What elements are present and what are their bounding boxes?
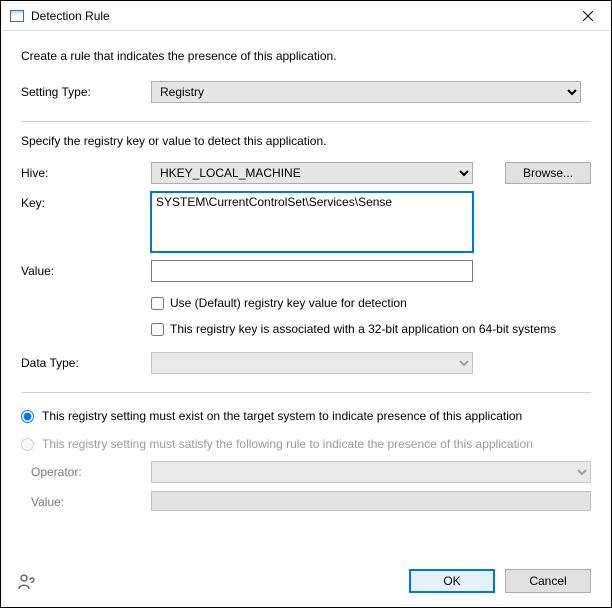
operator-select [151,461,591,483]
assoc-32bit-checkbox[interactable] [151,323,164,336]
datatype-select [151,352,473,374]
footer: OK Cancel [1,555,611,607]
hive-row: Hive: HKEY_LOCAL_MACHINE Browse... [21,162,591,184]
datatype-row: Data Type: [21,352,591,374]
close-icon [583,11,593,21]
assoc-32bit-label: This registry key is associated with a 3… [170,322,556,336]
radio-rule [21,438,34,451]
window-title: Detection Rule [31,9,110,23]
assoc-32bit-row: This registry key is associated with a 3… [151,322,591,336]
hive-label: Hive: [21,162,151,180]
radio-rule-label: This registry setting must satisfy the f… [42,437,533,451]
operator-row: Operator: [21,461,591,483]
value-input[interactable] [151,260,473,282]
key-textarea[interactable]: SYSTEM\CurrentControlSet\Services\Sense [151,192,473,252]
window-app-icon [9,8,25,24]
setting-type-row: Setting Type: Registry [21,81,591,103]
close-button[interactable] [565,1,611,31]
hive-select[interactable]: HKEY_LOCAL_MACHINE [151,162,473,184]
datatype-label: Data Type: [21,352,151,370]
radio-exist-row: This registry setting must exist on the … [21,409,591,423]
cancel-button[interactable]: Cancel [505,569,591,593]
divider-2 [21,392,591,393]
rule-value-label: Value: [21,491,151,509]
radio-exist[interactable] [21,410,34,423]
use-default-row: Use (Default) registry key value for det… [151,296,591,310]
rule-value-row: Value: [21,491,591,511]
radio-exist-label: This registry setting must exist on the … [42,409,522,423]
browse-button[interactable]: Browse... [505,162,591,184]
titlebar: Detection Rule [1,1,611,31]
key-label: Key: [21,192,151,210]
operator-label: Operator: [21,461,151,479]
rule-value-input [151,491,591,511]
key-row: Key: SYSTEM\CurrentControlSet\Services\S… [21,192,591,252]
ok-button[interactable]: OK [409,569,495,593]
value-label: Value: [21,260,151,278]
person-help-icon[interactable] [17,571,37,591]
use-default-label: Use (Default) registry key value for det… [170,296,407,310]
setting-type-label: Setting Type: [21,81,151,99]
radio-rule-row: This registry setting must satisfy the f… [21,437,591,451]
divider-1 [21,121,591,122]
value-row: Value: [21,260,591,282]
dialog-content: Create a rule that indicates the presenc… [1,31,611,555]
specify-text: Specify the registry key or value to det… [21,134,591,148]
setting-type-select[interactable]: Registry [151,81,581,103]
use-default-checkbox[interactable] [151,297,164,310]
description-text: Create a rule that indicates the presenc… [21,49,591,63]
